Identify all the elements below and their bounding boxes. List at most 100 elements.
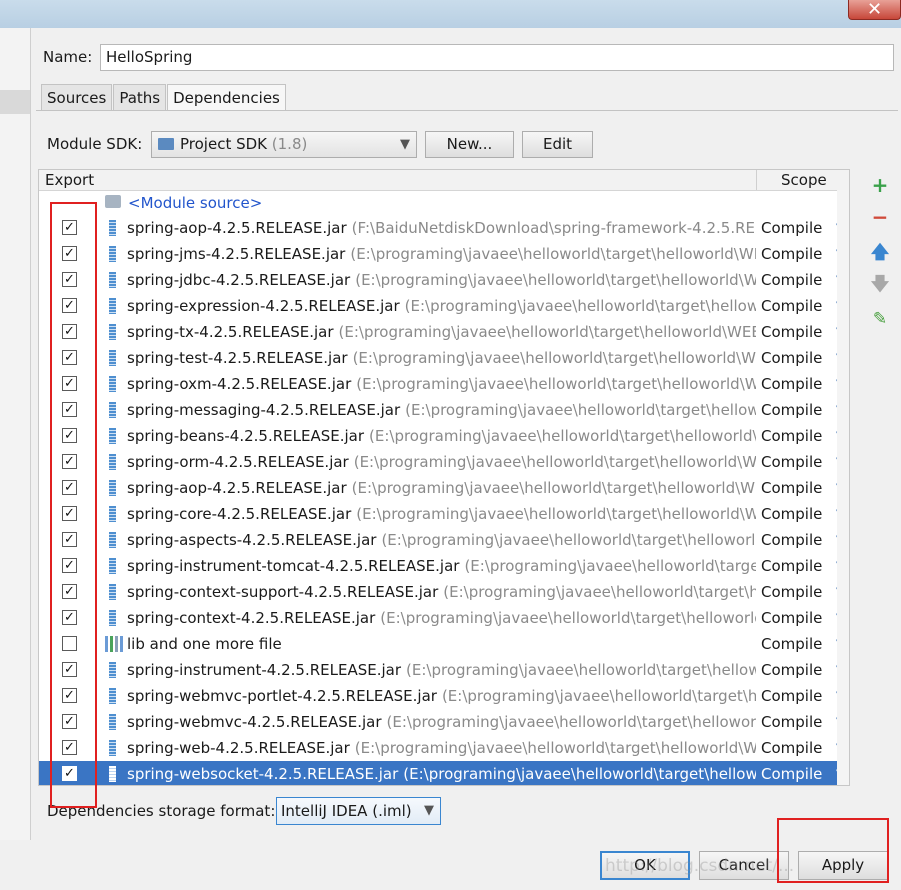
jar-icon	[109, 428, 116, 444]
tabs-divider	[36, 110, 898, 111]
dependency-row[interactable]: ✓ spring-messaging-4.2.5.RELEASE.jar (E:\p…	[39, 397, 844, 423]
dependency-row[interactable]: ✓ spring-core-4.2.5.RELEASE.jar (E:\progra…	[39, 501, 844, 527]
dependency-name-cell: spring-beans-4.2.5.RELEASE.jar (E:\progra…	[127, 423, 756, 449]
dependency-path: (E:\programing\javaee\helloworld\target\…	[403, 765, 756, 783]
chevron-down-icon: ▼	[400, 137, 410, 152]
dependency-name-cell: spring-core-4.2.5.RELEASE.jar (E:\program…	[127, 501, 756, 527]
dependency-row[interactable]: ✓ spring-jms-4.2.5.RELEASE.jar (E:\program…	[39, 241, 844, 267]
scope-select[interactable]: Compile	[761, 319, 822, 345]
close-window-button[interactable]: ✕	[848, 0, 901, 20]
module-source-row[interactable]: <Module source>	[39, 191, 837, 215]
table-header: Export Scope	[39, 170, 849, 191]
scope-select[interactable]: Compile	[761, 215, 822, 241]
project-structure-sidebar	[0, 28, 31, 840]
jar-icon	[109, 402, 116, 418]
scope-select[interactable]: Compile	[761, 423, 822, 449]
dependency-row[interactable]: ✓ spring-aop-4.2.5.RELEASE.jar (E:\program…	[39, 475, 844, 501]
jar-icon	[109, 688, 116, 704]
watermark: http://blog.csdn.net/...	[605, 856, 795, 876]
scope-select[interactable]: Compile	[761, 579, 822, 605]
dependency-row[interactable]: ✓ spring-aop-4.2.5.RELEASE.jar (F:\BaiduNe…	[39, 215, 844, 241]
scope-select[interactable]: Compile	[761, 241, 822, 267]
column-scope[interactable]: Scope	[781, 170, 827, 190]
module-name-input[interactable]: HelloSpring	[100, 44, 894, 71]
add-dependency-icon[interactable]: +	[866, 172, 894, 198]
dependency-row[interactable]: ✓ spring-webmvc-4.2.5.RELEASE.jar (E:\prog…	[39, 709, 844, 735]
module-sdk-select[interactable]: Project SDK (1.8) ▼	[151, 131, 417, 158]
dependency-path: (F:\BaiduNetdiskDownload\spring-framewor…	[351, 219, 756, 237]
table-scrollbar[interactable]	[837, 190, 849, 785]
dependency-name-cell: spring-instrument-4.2.5.RELEASE.jar (E:\p…	[127, 657, 756, 683]
dependency-row[interactable]: ✓ spring-websocket-4.2.5.RELEASE.jar (E:\p…	[39, 761, 844, 785]
scope-select[interactable]: Compile	[761, 501, 822, 527]
move-up-icon[interactable]: 🡅	[866, 240, 894, 266]
dependency-row[interactable]: ✓ spring-beans-4.2.5.RELEASE.jar (E:\progr…	[39, 423, 844, 449]
dependency-row[interactable]: ✓ spring-webmvc-portlet-4.2.5.RELEASE.jar…	[39, 683, 844, 709]
dependency-path: (E:\programing\javaee\helloworld\target\…	[369, 427, 756, 445]
scope-select[interactable]: Compile	[761, 345, 822, 371]
tab-paths[interactable]: Paths	[113, 84, 167, 110]
dependency-path: (E:\programing\javaee\helloworld\target\…	[351, 479, 756, 497]
sidebar-selected-item[interactable]	[0, 90, 30, 114]
sdk-value: Project SDK	[180, 135, 267, 153]
dependency-name: spring-context-support-4.2.5.RELEASE.jar	[127, 583, 439, 601]
scope-select[interactable]: Compile	[761, 709, 822, 735]
dependency-name: spring-test-4.2.5.RELEASE.jar	[127, 349, 348, 367]
library-icon	[105, 636, 123, 652]
scope-select[interactable]: Compile	[761, 397, 822, 423]
dependency-row[interactable]: ✓ spring-orm-4.2.5.RELEASE.jar (E:\program…	[39, 449, 844, 475]
scope-select[interactable]: Compile	[761, 735, 822, 761]
scope-select[interactable]: Compile	[761, 657, 822, 683]
dependency-row[interactable]: lib and one more fileCompile▼	[39, 631, 844, 657]
module-sdk-label: Module SDK:	[47, 135, 143, 153]
scope-select[interactable]: Compile	[761, 761, 822, 785]
dependency-row[interactable]: ✓ spring-instrument-tomcat-4.2.5.RELEASE.…	[39, 553, 844, 579]
scope-select[interactable]: Compile	[761, 631, 822, 657]
edit-dependency-icon[interactable]: ✎	[866, 306, 894, 332]
dependency-row[interactable]: ✓ spring-context-4.2.5.RELEASE.jar (E:\pro…	[39, 605, 844, 631]
scope-select[interactable]: Compile	[761, 527, 822, 553]
dependency-name-cell: spring-jms-4.2.5.RELEASE.jar (E:\programi…	[127, 241, 756, 267]
dependency-name-cell: spring-web-4.2.5.RELEASE.jar (E:\programi…	[127, 735, 756, 761]
module-tabs: Sources Paths Dependencies	[41, 84, 287, 111]
sdk-version: (1.8)	[271, 135, 308, 153]
jar-icon	[109, 272, 116, 288]
column-divider	[756, 170, 757, 190]
move-down-icon[interactable]: 🡇	[866, 272, 894, 298]
dependency-name-cell: spring-test-4.2.5.RELEASE.jar (E:\program…	[127, 345, 756, 371]
jar-icon	[109, 714, 116, 730]
jar-icon	[109, 376, 116, 392]
dependency-row[interactable]: ✓ spring-test-4.2.5.RELEASE.jar (E:\progra…	[39, 345, 844, 371]
dependency-row[interactable]: ✓ spring-instrument-4.2.5.RELEASE.jar (E:\…	[39, 657, 844, 683]
dependency-path: (E:\programing\javaee\helloworld\target\…	[404, 297, 756, 315]
scope-select[interactable]: Compile	[761, 605, 822, 631]
scope-select[interactable]: Compile	[761, 553, 822, 579]
tab-sources[interactable]: Sources	[41, 84, 113, 110]
remove-dependency-icon[interactable]: −	[866, 204, 894, 230]
scope-select[interactable]: Compile	[761, 293, 822, 319]
dependency-name: spring-aspects-4.2.5.RELEASE.jar	[127, 531, 377, 549]
dependency-name: spring-aop-4.2.5.RELEASE.jar	[127, 479, 347, 497]
scope-select[interactable]: Compile	[761, 267, 822, 293]
dependency-row[interactable]: ✓ spring-expression-4.2.5.RELEASE.jar (E:\…	[39, 293, 844, 319]
dependency-row[interactable]: ✓ spring-jdbc-4.2.5.RELEASE.jar (E:\progra…	[39, 267, 844, 293]
dependency-row[interactable]: ✓ spring-context-support-4.2.5.RELEASE.ja…	[39, 579, 844, 605]
dependency-path: (E:\programing\javaee\helloworld\target\…	[353, 453, 756, 471]
jar-icon	[109, 480, 116, 496]
column-export[interactable]: Export	[45, 170, 94, 190]
edit-sdk-button[interactable]: Edit	[522, 131, 593, 158]
jar-icon	[109, 298, 116, 314]
scope-select[interactable]: Compile	[761, 371, 822, 397]
module-source-label: <Module source>	[128, 194, 263, 212]
scope-select[interactable]: Compile	[761, 683, 822, 709]
scope-select[interactable]: Compile	[761, 449, 822, 475]
scope-select[interactable]: Compile	[761, 475, 822, 501]
annotation-highlight-apply	[777, 818, 889, 883]
new-sdk-button[interactable]: New...	[425, 131, 514, 158]
storage-format-select[interactable]: IntelliJ IDEA (.iml) ▼	[276, 797, 441, 825]
dependency-row[interactable]: ✓ spring-web-4.2.5.RELEASE.jar (E:\program…	[39, 735, 844, 761]
dependency-row[interactable]: ✓ spring-tx-4.2.5.RELEASE.jar (E:\programi…	[39, 319, 844, 345]
dependency-row[interactable]: ✓ spring-oxm-4.2.5.RELEASE.jar (E:\program…	[39, 371, 844, 397]
tab-dependencies[interactable]: Dependencies	[167, 84, 286, 111]
dependency-row[interactable]: ✓ spring-aspects-4.2.5.RELEASE.jar (E:\pro…	[39, 527, 844, 553]
